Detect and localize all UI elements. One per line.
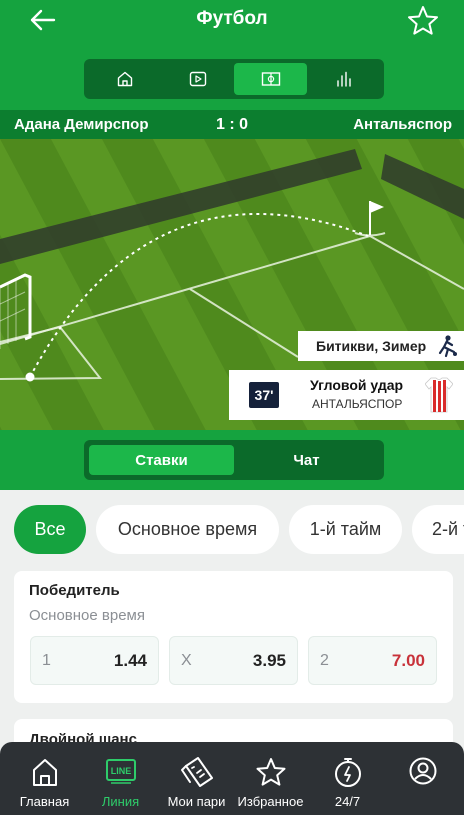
market-subtitle: Основное время xyxy=(29,607,145,624)
event-minute: 37' xyxy=(249,382,279,408)
chip-second-half[interactable]: 2-й тайм xyxy=(412,505,464,554)
star-icon xyxy=(256,758,285,786)
nav-label: Главная xyxy=(19,794,70,809)
nav-favorites[interactable]: Избранное xyxy=(232,742,309,815)
stats-icon xyxy=(336,71,351,87)
away-team-name: Антальяспор xyxy=(353,116,452,133)
odds-button-away[interactable]: 2 7.00 xyxy=(308,636,437,685)
line-icon-text: LINE xyxy=(110,766,131,776)
kicking-player-icon xyxy=(436,334,458,361)
tab-chat[interactable]: Чат xyxy=(234,445,379,475)
nav-label: 24/7 xyxy=(334,794,361,809)
nav-line[interactable]: LINE Линия xyxy=(82,742,159,815)
bottom-navigation: Главная LINE Линия Мои пари Избранное 24… xyxy=(0,742,464,815)
nav-profile[interactable] xyxy=(384,742,461,815)
house-icon xyxy=(32,759,57,786)
players-label: Битикви, Зимер xyxy=(298,331,464,361)
market-title: Победитель xyxy=(29,582,120,599)
star-icon xyxy=(408,6,438,35)
odds-button-home[interactable]: 1 1.44 xyxy=(30,636,159,685)
view-tab-video[interactable] xyxy=(161,63,234,95)
field-animation-icon xyxy=(261,72,280,86)
nav-main[interactable]: Главная xyxy=(6,742,83,815)
scoreboard: Адана Демирспор 1 : 0 Антальяспор xyxy=(0,110,464,139)
odds-button-draw[interactable]: X 3.95 xyxy=(169,636,298,685)
match-event-card: 37' Угловой удар АНТАЛЬЯСПОР xyxy=(229,370,464,420)
nav-label: Мои пари xyxy=(167,794,226,809)
chip-first-half[interactable]: 1-й тайм xyxy=(289,505,402,554)
nav-label: Избранное xyxy=(237,794,304,809)
nav-my-bets[interactable]: Мои пари xyxy=(158,742,235,815)
page-title: Футбол xyxy=(196,8,268,29)
market-filter-chips: Все Основное время 1-й тайм 2-й тайм xyxy=(0,490,464,570)
outcome-label: X xyxy=(181,652,192,669)
main-tabs: Ставки Чат xyxy=(84,440,384,480)
view-switcher xyxy=(84,59,384,99)
nav-label: Линия xyxy=(101,794,140,809)
ball-marker xyxy=(25,372,35,382)
outcome-label: 1 xyxy=(42,652,51,669)
home-icon xyxy=(117,71,132,87)
players-names: Битикви, Зимер xyxy=(316,338,427,354)
stopwatch-icon xyxy=(334,758,361,787)
user-icon xyxy=(409,757,436,785)
nav-support[interactable]: 24/7 xyxy=(309,742,386,815)
event-title: Угловой удар xyxy=(310,377,404,393)
event-team: АНТАЛЬЯСПОР xyxy=(312,397,403,411)
view-tab-home[interactable] xyxy=(88,63,161,95)
tabs-strip: Ставки Чат xyxy=(0,430,464,490)
app-header: Футбол xyxy=(0,0,464,110)
coupon-icon xyxy=(180,757,213,787)
view-tab-stats[interactable] xyxy=(307,63,380,95)
chip-regular-time[interactable]: Основное время xyxy=(96,505,279,554)
line-icon: LINE xyxy=(105,759,136,784)
team-jersey-icon xyxy=(424,376,454,419)
favorite-button[interactable] xyxy=(406,4,440,36)
odds-value: 3.95 xyxy=(252,651,286,670)
view-tab-field[interactable] xyxy=(234,63,307,95)
odds-value: 7.00 xyxy=(391,651,425,670)
chip-all[interactable]: Все xyxy=(14,505,86,554)
tab-bets[interactable]: Ставки xyxy=(89,445,234,475)
video-play-icon xyxy=(189,71,206,87)
odds-value: 1.44 xyxy=(113,651,147,670)
outcome-label: 2 xyxy=(320,652,329,669)
market-card-winner: Победитель Основное время 1 1.44 X 3.95 … xyxy=(14,571,453,703)
